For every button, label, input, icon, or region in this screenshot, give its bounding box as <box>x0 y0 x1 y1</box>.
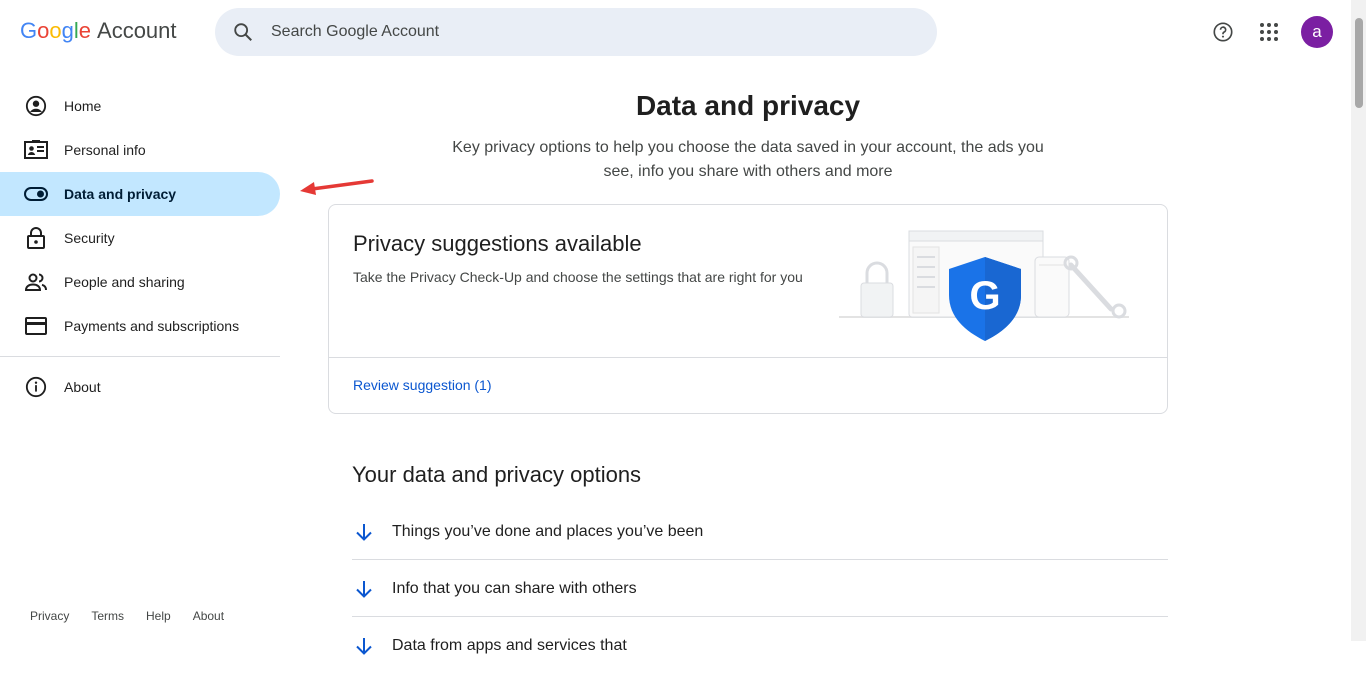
option-label: Info that you can share with others <box>392 579 637 597</box>
sidebar-item-label: Data and privacy <box>64 186 177 202</box>
option-label: Data from apps and services that <box>392 637 627 654</box>
footer-links: Privacy Terms Help About <box>30 609 224 623</box>
sidebar-item-about[interactable]: About <box>0 365 280 409</box>
info-icon <box>24 375 48 399</box>
card-divider <box>329 357 1167 358</box>
card-description: Take the Privacy Check-Up and choose the… <box>353 269 803 285</box>
main-content: Data and privacy Key privacy options to … <box>328 84 1168 655</box>
option-activity-places[interactable]: Things you’ve done and places you’ve bee… <box>352 504 1168 560</box>
footer-link-about[interactable]: About <box>193 609 224 623</box>
logo-letter: o <box>49 18 62 43</box>
google-account-logo[interactable]: Google Account <box>20 18 177 44</box>
search-icon[interactable] <box>215 21 271 43</box>
logo-letter: G <box>20 18 38 43</box>
page-subtitle: Key privacy options to help you choose t… <box>452 139 1044 180</box>
search-bar[interactable] <box>215 8 937 56</box>
sidebar-item-label: Security <box>64 230 115 246</box>
sidebar-item-people-and-sharing[interactable]: People and sharing <box>0 260 280 304</box>
sidebar-item-label: Payments and subscriptions <box>64 318 240 334</box>
sidebar-item-home[interactable]: Home <box>0 84 280 128</box>
id-card-icon <box>24 138 48 162</box>
help-icon[interactable] <box>1207 16 1239 48</box>
avatar[interactable]: a <box>1301 16 1333 48</box>
arrow-down-icon <box>352 637 376 655</box>
card-title: Privacy suggestions available <box>353 231 642 256</box>
search-input[interactable] <box>271 23 871 41</box>
arrow-down-icon <box>352 523 376 541</box>
footer-link-help[interactable]: Help <box>146 609 171 623</box>
arrow-down-icon <box>352 580 376 598</box>
sidebar-item-personal-info[interactable]: Personal info <box>0 128 280 172</box>
sidebar-item-label: Home <box>64 98 102 114</box>
logo-letter: g <box>61 18 74 43</box>
lock-icon <box>24 226 48 250</box>
sidebar-item-data-and-privacy[interactable]: Data and privacy <box>0 172 280 216</box>
option-apps-services[interactable]: Data from apps and services that <box>352 618 1168 674</box>
sidebar: Home Personal info Data and privacy Secu… <box>0 84 280 409</box>
privacy-suggestions-card: Privacy suggestions available Take the P… <box>328 204 1168 414</box>
scrollbar[interactable] <box>1351 0 1366 641</box>
toggle-icon <box>24 182 48 206</box>
apps-grid-icon[interactable] <box>1253 16 1285 48</box>
logo-letter: e <box>78 18 92 43</box>
footer-link-terms[interactable]: Terms <box>91 609 124 623</box>
header: Google Account a <box>0 0 1366 64</box>
option-info-share[interactable]: Info that you can share with others <box>352 561 1168 617</box>
footer-link-privacy[interactable]: Privacy <box>30 609 69 623</box>
section-title: Your data and privacy options <box>352 462 642 487</box>
credit-card-icon <box>24 314 48 338</box>
sidebar-divider <box>0 356 280 357</box>
logo-suffix: Account <box>97 18 177 43</box>
review-suggestion-link[interactable]: Review suggestion (1) <box>353 377 492 393</box>
sidebar-item-label: About <box>64 379 101 395</box>
logo-letter: o <box>37 18 50 43</box>
people-icon <box>24 270 48 294</box>
sidebar-item-security[interactable]: Security <box>0 216 280 260</box>
page-title: Data and privacy <box>635 90 861 121</box>
option-label: Things you’ve done and places you’ve bee… <box>392 522 704 540</box>
account-circle-icon <box>24 94 48 118</box>
privacy-shield-illustration: G <box>839 230 1129 341</box>
sidebar-item-label: Personal info <box>64 142 146 158</box>
scrollbar-thumb[interactable] <box>1355 18 1363 108</box>
svg-text:G: G <box>969 274 1000 318</box>
sidebar-item-payments-and-subscriptions[interactable]: Payments and subscriptions <box>0 304 280 348</box>
sidebar-item-label: People and sharing <box>64 274 185 290</box>
